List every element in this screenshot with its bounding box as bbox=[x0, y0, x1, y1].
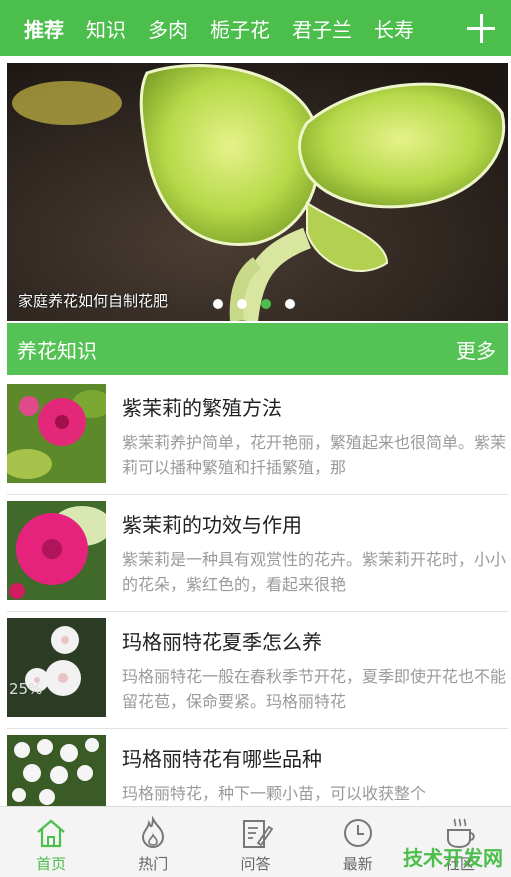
article-title: 玛格丽特花夏季怎么养 bbox=[122, 630, 322, 654]
nav-label: 问答 bbox=[240, 855, 271, 873]
top-category-bar: 推荐 知识 多肉 栀子花 君子兰 长寿 bbox=[0, 0, 511, 56]
plus-icon[interactable] bbox=[461, 6, 501, 50]
carousel-dot bbox=[213, 299, 223, 309]
more-link[interactable]: 更多 bbox=[456, 335, 496, 364]
banner-carousel[interactable]: 家庭养花如何自制花肥 bbox=[7, 63, 508, 321]
article-thumbnail: 25% bbox=[7, 618, 106, 717]
section-header: 养花知识 更多 bbox=[7, 323, 508, 375]
nav-hot[interactable]: 热门 bbox=[102, 807, 204, 877]
banner-image bbox=[7, 63, 508, 321]
carousel-dot bbox=[285, 299, 295, 309]
watermark-text: 技术开发网 bbox=[403, 846, 503, 870]
article-summary: 紫茉莉是一种具有观赏性的花卉。紫茉莉开花时，小小的花朵，紫红色的，看起来很艳 bbox=[122, 550, 506, 594]
article-title: 紫茉莉的繁殖方法 bbox=[122, 396, 282, 420]
nav-home[interactable]: 首页 bbox=[0, 807, 102, 877]
carousel-dot-active bbox=[261, 299, 271, 309]
list-item[interactable]: 玛格丽特花有哪些品种 玛格丽特花，种下一颗小苗，可以收获整个 bbox=[7, 729, 508, 806]
banner-caption: 家庭养花如何自制花肥 bbox=[18, 292, 169, 310]
article-summary: 紫茉莉养护简单，花开艳丽，繁殖起来也很简单。紫茉莉可以播种繁殖和扦插繁殖，那 bbox=[122, 433, 506, 477]
article-list: 紫茉莉的繁殖方法 紫茉莉养护简单，花开艳丽，繁殖起来也很简单。紫茉莉可以播种繁殖… bbox=[7, 378, 508, 806]
nav-label: 最新 bbox=[342, 855, 373, 873]
progress-overlay-text: 25% bbox=[9, 680, 43, 698]
flame-icon bbox=[142, 815, 165, 849]
carousel-indicator bbox=[213, 299, 295, 309]
article-summary: 玛格丽特花，种下一颗小苗，可以收获整个 bbox=[122, 784, 427, 803]
article-title: 玛格丽特花有哪些品种 bbox=[122, 747, 322, 771]
nav-qa[interactable]: 问答 bbox=[204, 807, 306, 877]
clock-icon bbox=[343, 819, 372, 847]
bottom-navigation: 首页 热门 问答 最新 社区 技术开发网 bbox=[0, 806, 511, 877]
article-summary: 玛格丽特花一般在春秋季节开花，夏季即使开花也不能留花苞，保命要紧。玛格丽特花 bbox=[122, 667, 506, 711]
tab-knowledge[interactable]: 知识 bbox=[86, 14, 126, 43]
section-title: 养花知识 bbox=[17, 338, 97, 363]
article-thumbnail bbox=[7, 735, 106, 806]
nav-label: 首页 bbox=[36, 855, 67, 873]
article-title: 紫茉莉的功效与作用 bbox=[122, 513, 302, 537]
list-item[interactable]: 紫茉莉的繁殖方法 紫茉莉养护简单，花开艳丽，繁殖起来也很简单。紫茉莉可以播种繁殖… bbox=[7, 378, 508, 495]
tab-gardenia[interactable]: 栀子花 bbox=[210, 14, 270, 43]
edit-icon bbox=[242, 820, 273, 848]
category-tabs: 推荐 知识 多肉 栀子花 君子兰 长寿 bbox=[0, 14, 460, 43]
tab-clivia[interactable]: 君子兰 bbox=[292, 14, 352, 43]
article-thumbnail bbox=[7, 501, 106, 600]
article-thumbnail bbox=[7, 384, 106, 483]
nav-label: 热门 bbox=[138, 855, 169, 873]
tab-succulent[interactable]: 多肉 bbox=[148, 14, 188, 43]
list-item[interactable]: 25% 玛格丽特花夏季怎么养 玛格丽特花一般在春秋季节开花，夏季即使开花也不能留… bbox=[7, 612, 508, 729]
tab-longevity[interactable]: 长寿 bbox=[374, 14, 414, 43]
nav-latest[interactable]: 最新 bbox=[307, 807, 409, 877]
list-item[interactable]: 紫茉莉的功效与作用 紫茉莉是一种具有观赏性的花卉。紫茉莉开花时，小小的花朵，紫红… bbox=[7, 495, 508, 612]
home-icon bbox=[37, 819, 65, 848]
tab-recommend[interactable]: 推荐 bbox=[24, 14, 64, 43]
carousel-dot bbox=[237, 299, 247, 309]
